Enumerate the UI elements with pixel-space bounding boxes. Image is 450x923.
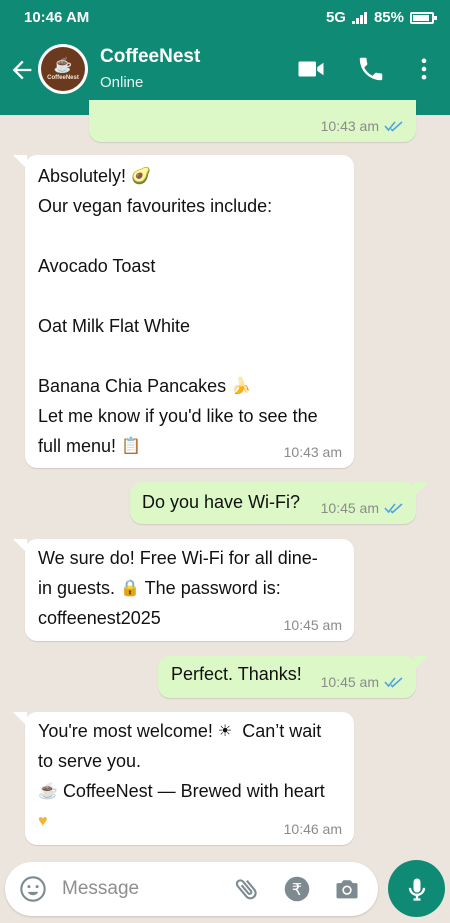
outgoing-message[interactable]: Perfect. Thanks! 10:45 am [158,656,428,698]
message-meta: 10:45 am [321,500,404,516]
attach-icon[interactable] [233,875,261,903]
contact-name[interactable]: CoffeeNest [100,46,200,68]
incoming-message[interactable]: We sure do! Free Wi-Fi for all dine- in … [13,539,354,641]
mic-button[interactable] [388,860,445,917]
line-text: The password is: [144,578,281,598]
line-text: full menu! [38,436,117,456]
message-body: Absolutely! 🥑 Our vegan favourites inclu… [38,161,318,461]
camera-icon[interactable] [333,875,361,903]
svg-text:₹: ₹ [292,880,302,899]
message-line: in guests. 🔒 The password is: [38,573,318,603]
line-text: Can’t wait [242,721,322,741]
message-time: 10:45 am [283,617,342,633]
message-line: Oat Milk Flat White [38,316,191,336]
message-text: Do you have Wi-Fi? [142,492,301,512]
battery-percent: 85% [373,9,404,26]
emoji-icon[interactable] [19,875,47,903]
message-meta: 10:43 am [321,118,404,134]
message-line: Our vegan favourites include: [38,196,273,216]
line-text: in guests. [38,578,116,598]
message-time: 10:46 am [283,821,342,837]
coffee-cup-icon: ☕ [53,56,73,74]
message-meta: 10:46 am [284,821,342,837]
incoming-message[interactable]: You're most welcome! ☀ Can’t wait to ser… [13,712,354,845]
message-line: Banana Chia Pancakes 🍌 [38,371,318,401]
message-line: We sure do! Free Wi-Fi for all dine- [38,548,318,568]
message-line: ☕ CoffeeNest — Brewed with heart [38,776,325,806]
message-meta: 10:43 am [284,444,342,460]
line-text: CoffeeNest — Brewed with heart [62,781,325,801]
mic-icon [408,878,425,901]
line-text: Banana Chia Pancakes [38,376,227,396]
read-ticks-icon [384,503,403,514]
message-line: You're most welcome! ☀ Can’t wait [38,716,325,746]
message-time: 10:45 am [320,500,379,516]
message-line: ♥ [38,806,325,836]
message-composer: Message ₹ [5,862,378,916]
status-right: 5G 85% [325,9,437,26]
message-time: 10:43 am [320,118,379,134]
message-time: 10:45 am [320,674,379,690]
coffee-emoji-icon: ☕ [38,783,58,801]
status-time: 10:46 AM [24,9,90,26]
signal-icon [351,11,368,24]
avocado-emoji-icon: 🥑 [131,168,151,186]
message-time: 10:43 am [283,444,342,460]
yellow-heart-emoji-icon: ♥ [38,813,48,831]
chat-header: 10:46 AM 5G 85% ☕ CoffeeNest CoffeeNest … [0,0,450,115]
message-text: Perfect. Thanks! [171,664,302,684]
message-meta: 10:45 am [284,617,342,633]
message-input[interactable]: Message [62,878,139,900]
banana-emoji-icon: 🍌 [231,378,252,396]
network-label: 5G [325,9,346,26]
message-meta: 10:45 am [321,674,404,690]
message-line: coffeenest2025 [38,608,161,628]
message-line: Absolutely! 🥑 [38,161,318,191]
contact-status: Online [100,74,144,91]
message-line: Avocado Toast [38,256,156,276]
rupee-payment-icon[interactable]: ₹ [283,875,311,903]
incoming-message[interactable]: Absolutely! 🥑 Our vegan favourites inclu… [13,155,354,468]
phone-icon[interactable] [356,54,386,84]
message-line: full menu! 📋 [38,431,318,461]
avatar[interactable]: ☕ CoffeeNest [38,44,88,94]
read-ticks-icon [384,677,403,688]
clipboard-emoji-icon: 📋 [121,438,141,456]
back-arrow-icon[interactable] [8,56,36,84]
message-body: We sure do! Free Wi-Fi for all dine- in … [38,543,318,633]
status-bar: 10:46 AM 5G 85% [0,0,450,33]
read-ticks-icon [384,121,403,132]
battery-icon [410,11,437,24]
line-text: Absolutely! [38,166,127,186]
video-call-icon[interactable] [296,54,326,84]
more-vert-icon[interactable] [410,54,438,84]
message-line: Let me know if you'd like to see the [38,406,318,426]
line-text: You're most welcome! [38,721,213,741]
message-line: to serve you. [38,751,142,771]
lock-emoji-icon: 🔒 [120,580,140,598]
message-body: You're most welcome! ☀ Can’t wait to ser… [38,716,325,836]
outgoing-message[interactable]: 10:43 am [89,100,416,142]
avatar-label: CoffeeNest [47,74,79,81]
sun-emoji-icon: ☀ [217,723,233,741]
outgoing-message[interactable]: Do you have Wi-Fi? 10:45 am [130,482,428,524]
